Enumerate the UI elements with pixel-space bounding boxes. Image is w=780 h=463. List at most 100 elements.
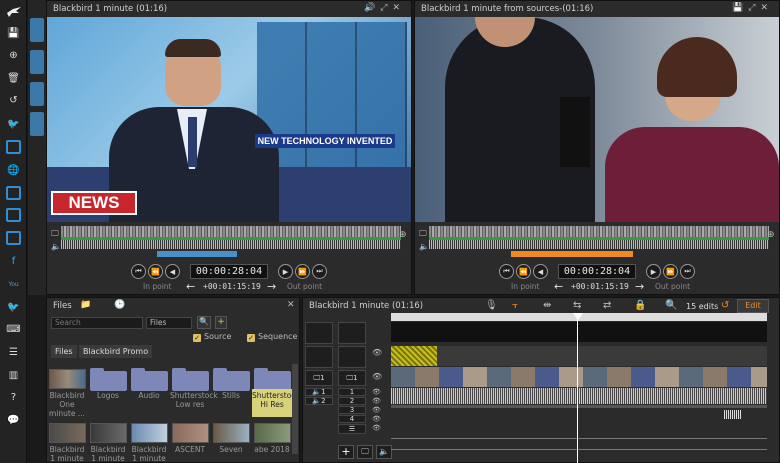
media-thumbnail[interactable] [254,423,291,443]
eye-icon[interactable]: 👁 [372,406,381,414]
film-icon-3[interactable] [6,231,21,245]
play-button[interactable]: ▶ [278,264,293,279]
source-selection[interactable] [157,251,237,257]
expand-icon[interactable]: ⤢ [380,3,392,13]
out-point-label[interactable]: Out point [287,282,322,291]
file-label-selected[interactable]: Shutterstock Hi Res [252,389,300,417]
video-track-1[interactable] [391,367,767,387]
menu-icon[interactable]: ☰ [338,424,366,434]
lock-icon[interactable]: 🔒 [634,300,646,311]
media-thumbnail[interactable] [213,423,250,443]
add-video-track-button[interactable]: 🖵 [357,445,373,459]
eye-icon[interactable]: 👁 [372,372,382,381]
document-icon[interactable] [6,186,21,200]
file-label[interactable]: Stills [211,391,251,400]
strip-tab[interactable] [30,18,44,42]
eye-icon[interactable]: 👁 [372,415,381,423]
breadcrumb-files[interactable]: Files [51,345,77,358]
play-reverse-button[interactable]: ◀ [533,264,548,279]
file-label[interactable]: Logos [88,391,128,400]
history-icon[interactable]: ↺ [6,93,21,108]
go-end-button[interactable]: ⏭ [312,264,327,279]
file-label[interactable]: Audio [129,391,169,400]
razor-icon[interactable]: ⫟ [512,300,518,311]
monitor-icon[interactable]: 🖵 [419,229,427,239]
zoom-icon[interactable]: 🔍 [665,300,677,311]
save-icon[interactable]: 💾 [732,3,748,13]
slip-icon[interactable]: ⇆ [573,300,581,311]
file-label[interactable]: Blackbird 1 minute [47,445,87,463]
media-thumbnail[interactable] [49,423,86,443]
undo-icon[interactable]: ↺ [721,300,729,311]
source-audio-wave[interactable] [61,240,401,249]
breadcrumb-folder[interactable]: Blackbird Promo [79,345,153,358]
audio-track-toggle[interactable]: 4 [338,415,366,423]
audio-track-3[interactable] [391,438,767,450]
slide-icon[interactable]: ⇄ [603,300,611,311]
audio-track-toggle[interactable]: 3 [338,406,366,414]
arrow-left-icon[interactable]: ← [554,280,563,293]
eye-icon[interactable]: 👁 [372,388,381,396]
graphics-clip[interactable] [391,346,437,366]
monitor-icon[interactable]: 🖵 [51,229,59,239]
search-icon[interactable]: 🔍 [197,316,211,329]
folder-icon[interactable]: 📁 [80,300,91,310]
audio-track-2[interactable] [391,405,767,408]
file-label[interactable]: ASCENT [170,445,210,454]
strip-tab[interactable] [30,82,44,106]
arrow-right-icon[interactable]: → [267,280,276,293]
strip-tab[interactable] [30,112,44,136]
file-label[interactable]: Shutterstock Low res [170,391,218,409]
audio-icon[interactable]: 🔈 [51,242,61,251]
chat-icon[interactable]: 💬 [6,413,21,428]
file-label[interactable]: Blackbird One minute ... [47,391,87,418]
go-start-button[interactable]: ⏮ [499,264,514,279]
youtube-icon[interactable]: You [6,277,21,292]
edit-button[interactable]: Edit [737,299,769,313]
source-video-frame[interactable]: NEW TECHNOLOGY INVENTED NEWS [47,17,411,222]
zoom-icon[interactable]: ⊕ [399,230,407,240]
step-forward-button[interactable]: ⏩ [295,264,310,279]
video-clips[interactable] [391,367,767,387]
file-label[interactable]: abe 2018 [252,445,292,454]
facebook-icon[interactable]: f [6,254,21,269]
video-track-toggle[interactable]: 🖵 1 [305,370,333,386]
media-thumbnail[interactable] [49,369,86,389]
microphone-icon[interactable]: 🎙 [485,300,498,311]
audio-track-toggle[interactable]: 2 [338,397,366,405]
strip-tab[interactable] [30,50,44,74]
keyboard-icon[interactable]: ⌨ [6,322,21,337]
twitter-icon[interactable]: 🐦 [6,117,21,132]
clock-icon[interactable]: 🕒 [114,300,125,310]
sources-audio-wave[interactable] [429,240,769,249]
trash-icon[interactable]: 🗑 [6,71,21,86]
ripple-icon[interactable]: ⇹ [543,300,551,311]
add-audio-track-button[interactable]: 🔈 [376,445,392,459]
source-checkbox[interactable]: ✓ Source [193,332,231,342]
arrow-left-icon[interactable]: ← [186,280,195,293]
in-point-label[interactable]: In point [143,282,171,291]
media-thumbnail[interactable] [172,423,209,443]
play-reverse-button[interactable]: ◀ [165,264,180,279]
file-label[interactable]: Blackbird 1 minute [129,445,169,463]
zoom-icon[interactable]: ⊕ [767,230,775,240]
eye-icon[interactable]: 👁 [372,424,381,432]
playhead[interactable] [577,313,578,463]
step-back-button[interactable]: ⏪ [516,264,531,279]
sequence-checkbox[interactable]: ✓ Sequence [247,332,297,342]
twitter-icon-2[interactable]: 🐦 [6,300,21,315]
search-input[interactable]: Search [51,317,143,329]
playhead-handle-icon[interactable] [573,313,583,320]
go-end-button[interactable]: ⏭ [680,264,695,279]
add-icon[interactable]: ⊕ [6,48,21,63]
audio-clip[interactable] [724,410,742,419]
file-label[interactable]: Seven [211,445,251,454]
arrow-right-icon[interactable]: → [635,280,644,293]
go-start-button[interactable]: ⏮ [131,264,146,279]
audio-track-toggle[interactable]: 🔈 1 [305,388,333,396]
list-icon[interactable]: ☰ [6,345,21,360]
folder-icon[interactable] [131,368,168,391]
expand-icon[interactable]: ⤢ [748,3,760,13]
sources-selection[interactable] [511,251,633,257]
folder-icon[interactable] [172,368,209,391]
